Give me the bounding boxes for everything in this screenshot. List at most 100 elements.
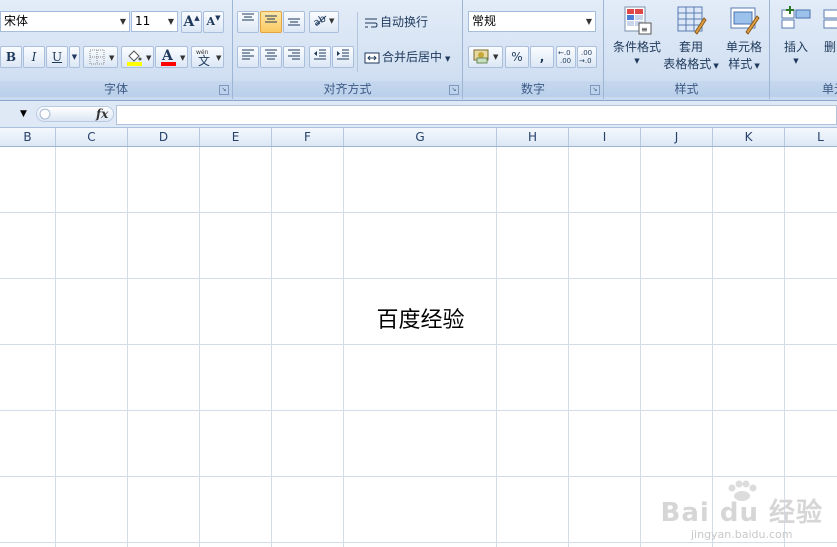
- dialog-launcher-icon[interactable]: ↘: [449, 85, 459, 95]
- fill-bucket-icon: ▼: [126, 50, 152, 66]
- borders-button[interactable]: ▼: [83, 46, 118, 68]
- column-header[interactable]: L: [785, 128, 837, 146]
- cell-styles-button[interactable]: 单元格 样式 ▼: [718, 2, 770, 75]
- chevron-down-icon: ▼: [634, 57, 640, 65]
- underline-button[interactable]: U: [46, 46, 68, 68]
- ribbon: 宋体 ▼ 11 ▼ A▲ A▼ B I U ▼ ▼ ▼ A ▼ wén 文 ▼ …: [0, 0, 837, 101]
- formula-bar-resize-handle[interactable]: fx: [36, 106, 114, 122]
- svg-text:.00: .00: [581, 49, 592, 57]
- svg-text:←.0: ←.0: [558, 49, 571, 57]
- column-header[interactable]: C: [56, 128, 128, 146]
- format-as-table-icon: [677, 6, 707, 35]
- underline-dropdown[interactable]: ▼: [69, 46, 80, 68]
- phonetic-button[interactable]: wén 文 ▼: [191, 46, 224, 68]
- column-header[interactable]: D: [128, 128, 200, 146]
- delete-cells-button[interactable]: 删: [820, 2, 837, 56]
- column-header[interactable]: B: [0, 128, 56, 146]
- cell-styles-label-1: 单元格: [725, 40, 762, 54]
- font-name-value: 宋体: [4, 14, 29, 28]
- cell-styles-label-2: 样式 ▼: [728, 57, 760, 71]
- wrap-text-icon: [365, 18, 378, 27]
- formula-input[interactable]: [116, 105, 837, 125]
- align-middle-icon: [265, 15, 277, 23]
- svg-text:▼: ▼: [493, 53, 499, 61]
- svg-text:.00: .00: [560, 57, 571, 65]
- align-bottom-button[interactable]: [283, 11, 305, 33]
- svg-text:▼: ▼: [146, 54, 152, 62]
- gridline: [0, 278, 837, 279]
- align-center-button[interactable]: [260, 46, 282, 68]
- borders-icon: ▼: [89, 49, 115, 65]
- alignment-separator: [357, 12, 358, 72]
- text-orientation-icon: ab ▼: [312, 13, 335, 28]
- merge-center-button[interactable]: 合并后居中 ▼: [361, 46, 457, 68]
- gridline: [0, 212, 837, 213]
- column-header[interactable]: E: [200, 128, 272, 146]
- chevron-down-icon[interactable]: ▼: [165, 12, 177, 31]
- percent-button[interactable]: %: [505, 46, 529, 68]
- column-header[interactable]: K: [713, 128, 785, 146]
- svg-text:≡: ≡: [641, 25, 648, 34]
- increase-decimal-button[interactable]: ←.0.00: [556, 46, 576, 68]
- svg-text:ab: ab: [312, 13, 328, 28]
- decrease-decimal-icon: .00→.0: [579, 49, 592, 65]
- gridline: [343, 147, 344, 547]
- align-top-button[interactable]: [237, 11, 259, 33]
- name-box-dropdown[interactable]: ▼: [20, 109, 27, 119]
- delete-cells-icon: [823, 9, 837, 29]
- column-header[interactable]: G: [344, 128, 497, 146]
- cell-g3-text[interactable]: 百度经验: [344, 302, 497, 334]
- svg-text:▼: ▼: [216, 54, 222, 62]
- dialog-launcher-icon[interactable]: ↘: [219, 85, 229, 95]
- column-headers: B C D E F G H I J K L: [0, 128, 837, 147]
- comma-button[interactable]: ,: [530, 46, 554, 68]
- format-as-table-button[interactable]: 套用 表格格式 ▼: [662, 2, 720, 75]
- bold-button[interactable]: B: [0, 46, 22, 68]
- wrap-text-button[interactable]: 自动换行: [361, 11, 441, 33]
- conditional-format-label: 条件格式: [612, 40, 661, 54]
- delete-cells-label: 删: [824, 40, 837, 54]
- align-right-button[interactable]: [283, 46, 305, 68]
- column-header[interactable]: J: [641, 128, 713, 146]
- insert-cells-button[interactable]: 插入 ▼: [776, 2, 816, 66]
- accounting-format-button[interactable]: ▼: [468, 46, 503, 68]
- align-middle-button[interactable]: [260, 11, 282, 33]
- format-as-table-label-2: 表格格式 ▼: [663, 57, 719, 71]
- insert-function-icon[interactable]: fx: [96, 107, 108, 121]
- chevron-down-icon[interactable]: ▼: [117, 12, 129, 31]
- orientation-button[interactable]: ab ▼: [309, 11, 339, 33]
- gridline: [496, 147, 497, 547]
- gridline: [640, 147, 641, 547]
- gridline: [0, 410, 837, 411]
- increase-indent-button[interactable]: [332, 46, 354, 68]
- watermark-url: jingyan.baidu.com: [690, 528, 793, 541]
- column-header[interactable]: I: [569, 128, 641, 146]
- styles-group: ≡ 条件格式 ▼ 套用 表格格式 ▼ 单元格 样式 ▼ 样式: [604, 0, 770, 99]
- decrease-indent-button[interactable]: [309, 46, 331, 68]
- conditional-format-button[interactable]: ≡ 条件格式 ▼: [608, 2, 666, 66]
- font-name-combobox[interactable]: 宋体 ▼: [0, 11, 130, 32]
- number-format-combobox[interactable]: 常规 ▼: [468, 11, 596, 32]
- shrink-font-button[interactable]: A▼: [203, 11, 224, 33]
- gridline: [199, 147, 200, 547]
- number-format-value: 常规: [472, 14, 497, 28]
- font-size-combobox[interactable]: 11 ▼: [131, 11, 178, 32]
- dialog-launcher-icon[interactable]: ↘: [590, 85, 600, 95]
- column-header[interactable]: H: [497, 128, 569, 146]
- chevron-down-icon[interactable]: ▼: [583, 12, 595, 31]
- decrease-indent-icon: [314, 49, 326, 60]
- gridline: [271, 147, 272, 547]
- column-header[interactable]: F: [272, 128, 344, 146]
- align-left-button[interactable]: [237, 46, 259, 68]
- font-color-button[interactable]: A ▼: [155, 46, 188, 68]
- grow-font-button[interactable]: A▲: [181, 11, 202, 33]
- decrease-decimal-button[interactable]: .00 →.0: [577, 46, 597, 68]
- svg-text:▼: ▼: [329, 17, 335, 25]
- font-size-value: 11: [135, 14, 151, 28]
- italic-button[interactable]: I: [23, 46, 45, 68]
- baidu-jingyan-watermark: Bai du 经验 jingyan.baidu.com: [661, 480, 824, 541]
- gridline: [568, 147, 569, 547]
- cells-group-label: 单元: [770, 81, 837, 97]
- wrap-text-label: 自动换行: [380, 15, 429, 29]
- fill-color-button[interactable]: ▼: [121, 46, 154, 68]
